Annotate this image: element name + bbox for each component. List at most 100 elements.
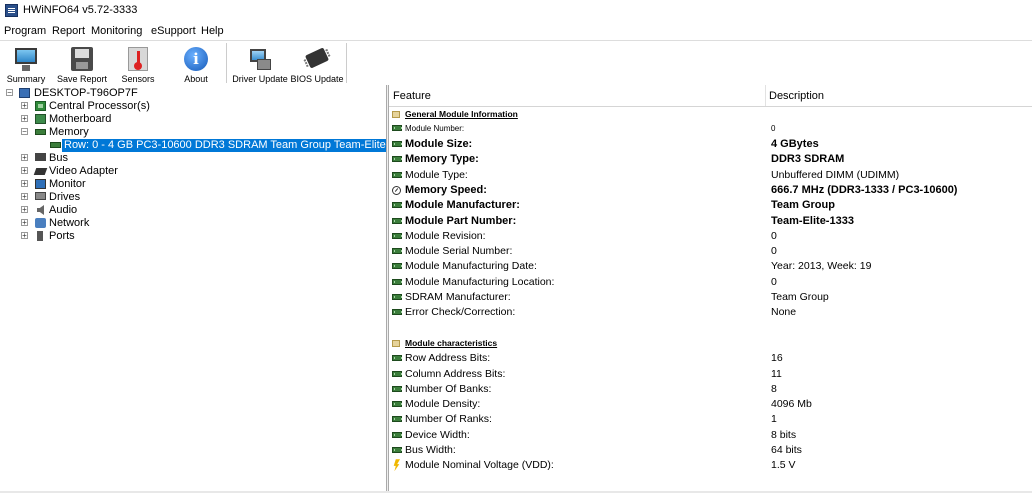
expand-toggle[interactable]: +	[21, 102, 28, 110]
detail-row[interactable]: Module Serial Number: 0	[389, 244, 1032, 259]
memory-module-icon	[392, 431, 402, 438]
detail-row[interactable]: Module Manufacturing Date: Year: 2013, We…	[389, 259, 1032, 274]
memory-module-icon	[392, 202, 402, 209]
video-card-icon	[33, 168, 48, 175]
memory-module-icon	[392, 232, 402, 239]
tree-item-label: Motherboard	[49, 113, 112, 125]
tree-root-label: DESKTOP-T96OP7F	[34, 87, 138, 99]
device-tree[interactable]: − DESKTOP-T96OP7F + Central Processor(s)…	[0, 85, 386, 491]
menu-esupport[interactable]: eSupport	[151, 25, 196, 37]
feature-label: Error Check/Correction:	[405, 306, 516, 319]
expand-toggle[interactable]: +	[21, 167, 28, 175]
summary-button[interactable]: Summary	[4, 43, 48, 85]
feature-label: Module Nominal Voltage (VDD):	[405, 459, 554, 472]
detail-row[interactable]: Module Part Number: Team-Elite-1333	[389, 214, 1032, 229]
details-pane[interactable]: Feature Description General Module Infor…	[389, 85, 1032, 491]
hwinfo-app-icon	[5, 4, 18, 17]
memory-module-icon	[392, 125, 402, 131]
detail-row[interactable]: Module Nominal Voltage (VDD): 1.5 V	[389, 458, 1032, 473]
detail-row[interactable]: Device Width: 8 bits	[389, 428, 1032, 443]
feature-label: Memory Speed:	[405, 183, 487, 196]
description-value: 64 bits	[771, 444, 802, 456]
description-value: Team Group	[771, 199, 835, 212]
thermometer-icon	[125, 46, 151, 72]
detail-row[interactable]: Bus Width: 64 bits	[389, 443, 1032, 458]
tree-item-label-selected: Row: 0 - 4 GB PC3-10600 DDR3 SDRAM Team …	[62, 139, 386, 152]
description-value: Year: 2013, Week: 19	[771, 260, 872, 273]
column-header-feature[interactable]: Feature	[393, 90, 431, 102]
detail-row[interactable]: Module Manufacturing Location: 0	[389, 275, 1032, 290]
feature-label: Module characteristics	[405, 337, 498, 348]
detail-row[interactable]: Column Address Bits: 11	[389, 367, 1032, 382]
section-header-row[interactable]: Module characteristics	[389, 336, 1032, 351]
description-value: 0	[771, 275, 777, 288]
bus-icon	[35, 153, 46, 161]
section-folder-icon	[392, 339, 400, 347]
collapse-toggle[interactable]: −	[21, 128, 28, 136]
save-report-button[interactable]: Save Report	[56, 43, 108, 85]
description-value: Team-Elite-1333	[771, 214, 854, 227]
detail-row[interactable]: Number Of Banks: 8	[389, 382, 1032, 397]
sensors-button[interactable]: Sensors	[116, 43, 160, 85]
menu-monitoring[interactable]: Monitoring	[91, 25, 142, 37]
expand-toggle[interactable]: +	[21, 193, 28, 201]
detail-row[interactable]: Memory Speed: 666.7 MHz (DDR3-1333 / PC3-…	[389, 183, 1032, 198]
expand-toggle[interactable]: +	[21, 232, 28, 240]
expand-toggle[interactable]: +	[21, 115, 28, 123]
description-value: 8 bits	[771, 428, 797, 441]
feature-label: Module Density:	[405, 398, 481, 411]
feature-label: Module Part Number:	[405, 214, 517, 227]
tree-item-label: Network	[49, 217, 90, 229]
detail-row[interactable]: Row Address Bits: 16	[389, 351, 1032, 366]
feature-label: General Module Information	[405, 109, 518, 119]
detail-row[interactable]: Module Revision: 0	[389, 229, 1032, 244]
tree-item-label: Video Adapter	[49, 165, 118, 177]
driver-update-icon	[247, 46, 273, 72]
expand-toggle[interactable]: +	[21, 206, 28, 214]
column-header-description[interactable]: Description	[769, 90, 824, 102]
feature-label: Bus Width:	[405, 444, 456, 456]
menu-help[interactable]: Help	[201, 25, 224, 37]
collapse-toggle[interactable]: −	[6, 89, 13, 97]
info-icon: i	[183, 46, 209, 72]
feature-label: Module Size:	[405, 138, 473, 150]
detail-row[interactable]: Module Size: 4 GBytes	[389, 137, 1032, 152]
description-value: 0	[771, 124, 776, 133]
memory-module-icon	[392, 385, 402, 392]
memory-module-icon	[392, 416, 402, 423]
tree-item-label: Ports	[49, 230, 75, 242]
description-value: 1.5 V	[771, 459, 796, 472]
window-title: HWiNFO64 v5.72-3333	[23, 4, 138, 16]
section-header-row[interactable]: General Module Information	[389, 107, 1032, 122]
description-value: 1	[771, 413, 777, 426]
detail-row[interactable]: Module Type: Unbuffered DIMM (UDIMM)	[389, 168, 1032, 183]
menu-program[interactable]: Program	[4, 25, 46, 37]
title-bar: HWiNFO64 v5.72-3333	[0, 0, 1032, 22]
detail-row[interactable]: Number Of Ranks: 1	[389, 412, 1032, 427]
summary-label: Summary	[6, 74, 46, 84]
column-divider[interactable]	[765, 85, 766, 106]
detail-row[interactable]: Error Check/Correction: None	[389, 305, 1032, 320]
expand-toggle[interactable]: +	[21, 154, 28, 162]
menu-report[interactable]: Report	[52, 25, 85, 37]
detail-row[interactable]: Module Manufacturer: Team Group	[389, 198, 1032, 213]
memory-module-icon	[392, 141, 402, 147]
expand-toggle[interactable]: +	[21, 180, 28, 188]
tree-item-label: Monitor	[49, 178, 86, 190]
port-icon	[37, 231, 43, 241]
motherboard-icon	[35, 114, 46, 124]
memory-module-icon	[392, 355, 402, 362]
detail-row[interactable]: Module Density: 4096 Mb	[389, 397, 1032, 412]
floppy-disk-icon	[69, 46, 95, 72]
expand-toggle[interactable]: +	[21, 219, 28, 227]
detail-row[interactable]: Memory Type: DDR3 SDRAM	[389, 152, 1032, 167]
detail-row[interactable]: SDRAM Manufacturer: Team Group	[389, 290, 1032, 305]
feature-label: Module Manufacturing Date:	[405, 260, 537, 273]
about-button[interactable]: i About	[174, 43, 218, 85]
driver-update-button[interactable]: Driver Update	[232, 43, 288, 85]
speed-gauge-icon	[392, 185, 401, 195]
description-value: 16	[771, 352, 783, 365]
bios-update-button[interactable]: BIOS Update	[290, 43, 344, 85]
description-value: 0	[771, 229, 777, 242]
detail-row[interactable]: Module Number: 0	[389, 121, 1032, 136]
